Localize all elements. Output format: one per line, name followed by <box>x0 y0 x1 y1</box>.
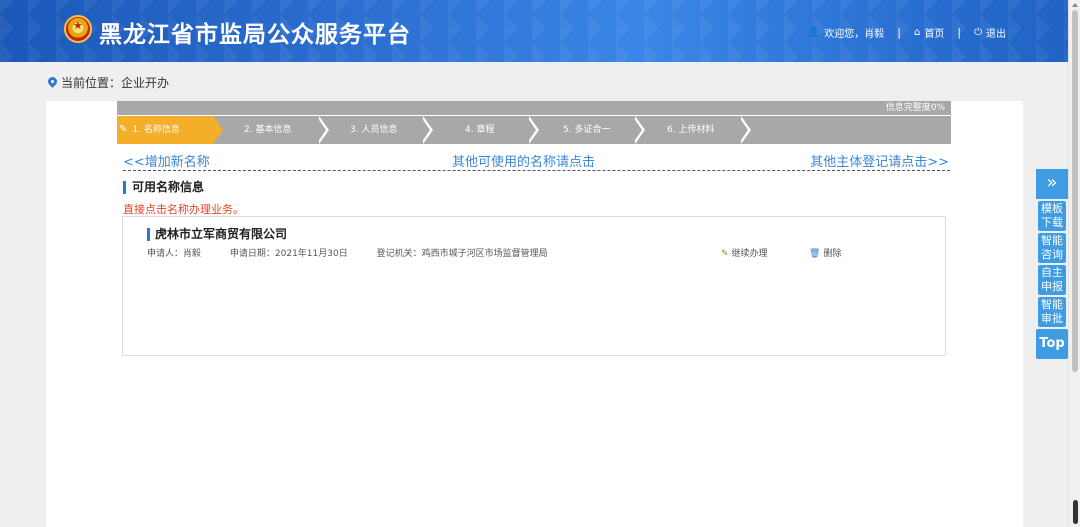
logout-link[interactable]: 退出 <box>986 25 1006 40</box>
authority: 登记机关：鸡西市城子河区市场监督管理局 <box>376 249 548 259</box>
pencil-icon: ✎ <box>119 124 128 135</box>
breadcrumb-label: 当前位置：企业开办 <box>61 76 170 90</box>
scrollbar-thumb[interactable] <box>1072 10 1078 372</box>
location-pin-icon <box>48 77 57 88</box>
smart-consult-button[interactable]: 智能咨询 <box>1038 233 1066 263</box>
floating-toolbar: » 模板下载 智能咨询 自主申报 智能审批 Top <box>1036 169 1068 359</box>
step-label: 1. 名称信息 <box>132 125 180 135</box>
other-names-link[interactable]: 其他可使用的名称请点击 <box>452 151 595 170</box>
divider <box>123 170 950 171</box>
scrollbar-handle[interactable] <box>1073 500 1078 524</box>
user-icon: 👤 <box>807 27 821 38</box>
delete-button[interactable]: 🗑 删除 <box>809 246 841 259</box>
continue-button[interactable]: ✎ 继续办理 <box>721 246 768 259</box>
back-to-top-button[interactable]: Top <box>1036 329 1068 359</box>
applicant: 申请人：肖毅 <box>147 249 202 259</box>
action-links: <<增加新名称 其他可使用的名称请点击 其他主体登记请点击>> <box>123 151 949 170</box>
step-personnel-info[interactable]: 3. 人员信息 <box>350 116 397 144</box>
site-header: 黑龙江省市监局公众服务平台 👤 欢迎您，肖毅 | ⌂ 首页 | ⏻ 退出 <box>0 0 1068 62</box>
apply-date: 申请日期：2021年11月30日 <box>229 249 348 259</box>
main-panel: 信息完整度0% ✎ 1. 名称信息 2. 基本信息 3. 人员信息 4. 章程 5… <box>46 101 1023 527</box>
step-multi-cert[interactable]: 5. 多证合一 <box>563 116 610 144</box>
page-scrollbar[interactable] <box>1068 0 1080 527</box>
step-upload[interactable]: 6. 上传材料 <box>667 116 714 144</box>
step-chevron <box>317 116 329 144</box>
step-chevron <box>739 116 751 144</box>
section-title: 可用名称信息 <box>123 181 204 194</box>
self-declare-button[interactable]: 自主申报 <box>1038 265 1066 295</box>
add-name-link[interactable]: <<增加新名称 <box>123 151 210 170</box>
user-nav: 👤 欢迎您，肖毅 | ⌂ 首页 | ⏻ 退出 <box>808 25 1006 40</box>
hint-text: 直接点击名称办理业务。 <box>123 203 244 216</box>
active-step-arrow <box>213 116 223 144</box>
breadcrumb: 当前位置：企业开办 <box>48 74 169 91</box>
continue-label: 继续办理 <box>731 249 768 259</box>
record-meta: 申请人：肖毅 申请日期：2021年11月30日 登记机关：鸡西市城子河区市场监督… <box>147 246 574 259</box>
scroll-up-arrow-icon[interactable] <box>1072 3 1078 7</box>
template-download-button[interactable]: 模板下载 <box>1038 201 1066 231</box>
step-chevron <box>421 116 433 144</box>
step-name-info[interactable]: ✎ 1. 名称信息 <box>119 116 180 144</box>
nav-separator: | <box>957 26 962 39</box>
site-title: 黑龙江省市监局公众服务平台 <box>99 22 411 48</box>
delete-label: 删除 <box>823 249 842 259</box>
edit-icon: ✎ <box>721 249 729 259</box>
power-icon[interactable]: ⏻ <box>974 27 982 38</box>
completion-bar: 信息完整度0% <box>117 101 951 115</box>
welcome-user[interactable]: 欢迎您，肖毅 <box>824 25 884 40</box>
completion-label: 信息完整度0% <box>885 103 945 113</box>
trash-icon: 🗑 <box>809 249 821 259</box>
national-emblem-icon <box>64 15 92 43</box>
step-progress: ✎ 1. 名称信息 2. 基本信息 3. 人员信息 4. 章程 5. 多证合一 6… <box>117 116 951 144</box>
smart-approve-button[interactable]: 智能审批 <box>1038 297 1066 327</box>
step-basic-info[interactable]: 2. 基本信息 <box>244 116 291 144</box>
nav-separator: | <box>897 26 901 39</box>
step-chevron <box>527 116 539 144</box>
home-icon[interactable]: ⌂ <box>914 27 920 38</box>
other-entity-link[interactable]: 其他主体登记请点击>> <box>810 151 949 170</box>
company-name[interactable]: 虎林市立军商贸有限公司 <box>147 228 287 241</box>
step-chevron <box>633 116 645 144</box>
expand-chevron-icon[interactable]: » <box>1036 169 1068 199</box>
home-link[interactable]: 首页 <box>924 25 944 40</box>
step-articles[interactable]: 4. 章程 <box>465 116 494 144</box>
name-record-card: 虎林市立军商贸有限公司 申请人：肖毅 申请日期：2021年11月30日 登记机关… <box>122 216 946 356</box>
